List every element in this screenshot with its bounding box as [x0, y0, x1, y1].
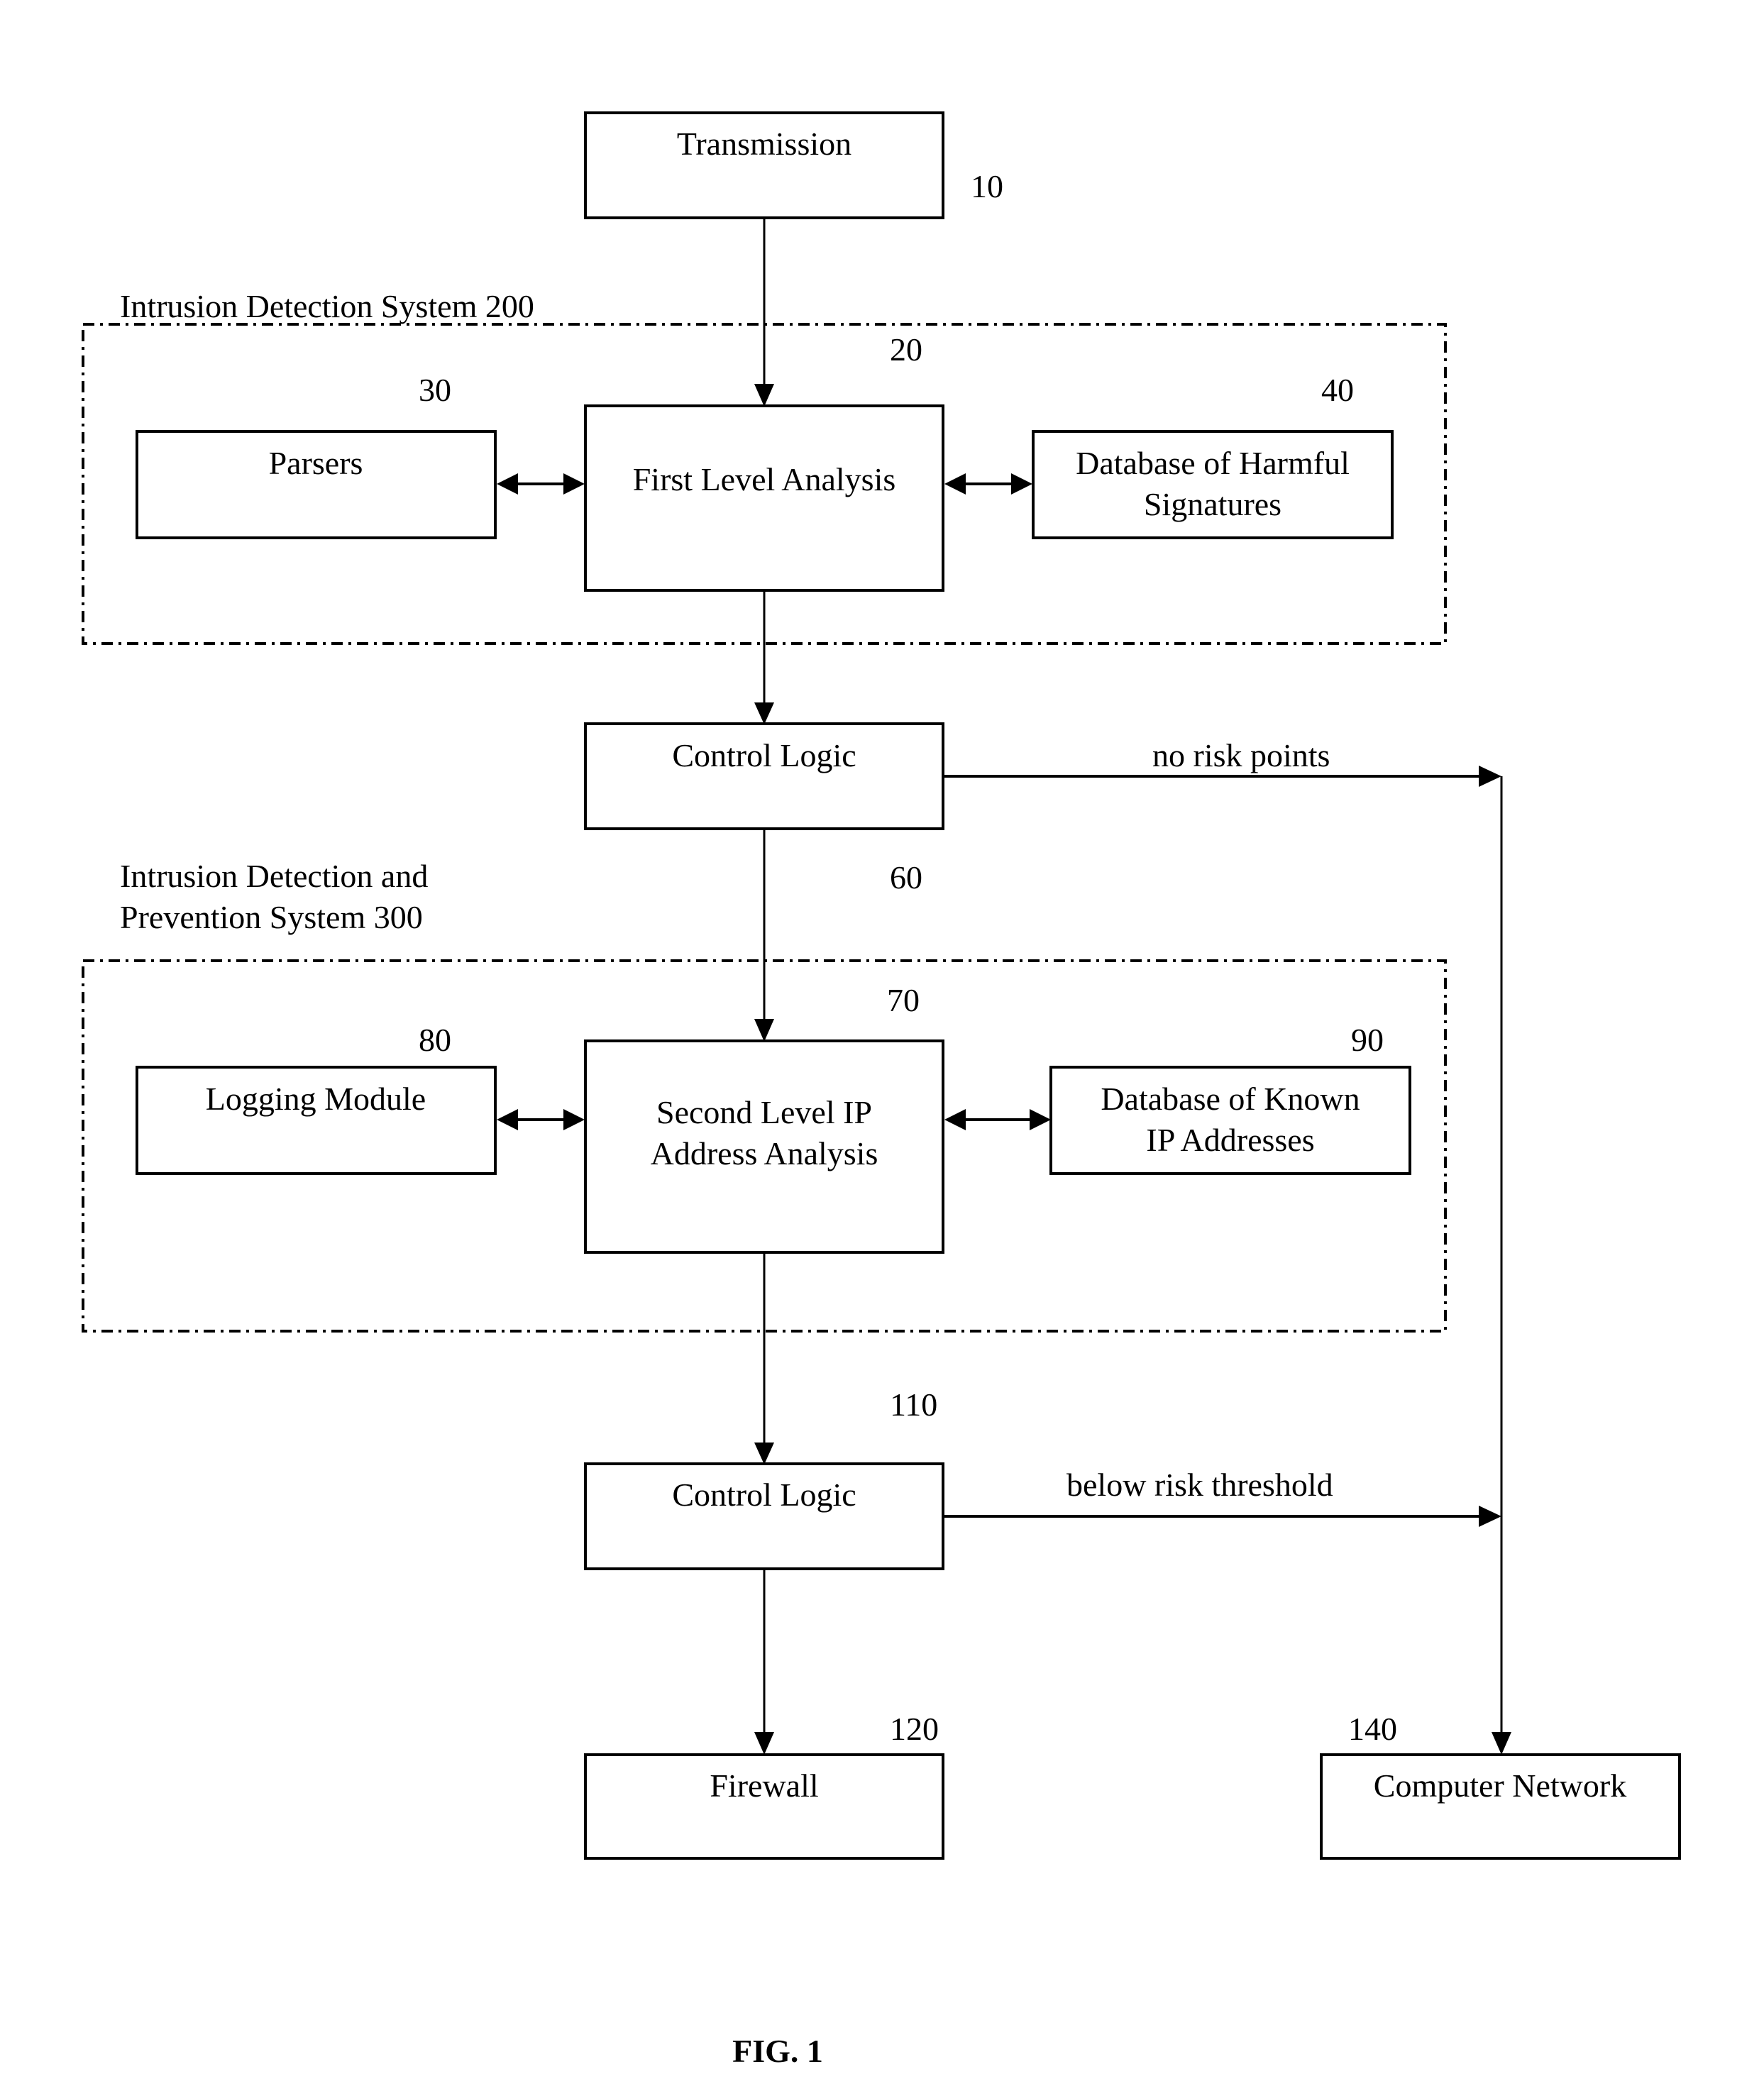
arrowhead-left-icon [944, 473, 966, 495]
node-db-harmful-signatures: Database of Harmful Signatures [1032, 430, 1394, 539]
node-control-logic-2-label: Control Logic [672, 1477, 856, 1513]
arrowhead-down-icon [754, 1443, 774, 1465]
ref-120: 120 [890, 1711, 939, 1747]
node-db-harmful-label-line2: Signatures [1144, 486, 1281, 522]
node-control-logic-1: Control Logic [584, 722, 944, 830]
arrowhead-right-icon [563, 1109, 585, 1130]
ids-flow-diagram: Intrusion Detection System 200 Intrusion… [82, 111, 1681, 2069]
node-logging-label: Logging Module [206, 1081, 426, 1117]
figure-caption: FIG. 1 [732, 2033, 823, 2069]
node-logging-module: Logging Module [136, 1066, 497, 1175]
ref-40: 40 [1321, 372, 1354, 408]
node-db-harmful-label-line1: Database of Harmful [1076, 445, 1350, 481]
arrowhead-right-icon [1030, 1109, 1051, 1130]
ref-110: 110 [890, 1386, 937, 1423]
arrowhead-down-icon [754, 384, 774, 407]
node-computer-network: Computer Network [1320, 1753, 1681, 1860]
node-control-logic-2: Control Logic [584, 1462, 944, 1570]
ref-10: 10 [971, 168, 1003, 204]
arrowhead-left-icon [944, 1109, 966, 1130]
ref-80: 80 [419, 1022, 451, 1058]
arrowhead-right-icon [1479, 1506, 1501, 1527]
node-first-level-analysis: First Level Analysis [584, 404, 944, 592]
arrowhead-down-icon [754, 702, 774, 724]
node-second-level-label-line1: Second Level IP [656, 1094, 872, 1130]
node-db-known-ip: Database of Known IP Addresses [1049, 1066, 1411, 1175]
node-control-logic-1-label: Control Logic [672, 737, 856, 773]
ref-140: 140 [1348, 1711, 1397, 1747]
node-firewall: Firewall [584, 1753, 944, 1860]
node-first-level-analysis-label: First Level Analysis [633, 461, 896, 497]
edge-label-no-risk-points: no risk points [1152, 737, 1330, 773]
ids-container-label: Intrusion Detection System 200 [120, 288, 534, 324]
node-transmission: Transmission [584, 111, 944, 219]
arrowhead-left-icon [497, 473, 518, 495]
arrowhead-down-icon [1492, 1732, 1511, 1755]
node-db-known-label-line1: Database of Known [1101, 1081, 1360, 1117]
idps-container-label-line2: Prevention System 300 [120, 899, 423, 935]
arrowhead-down-icon [754, 1732, 774, 1755]
arrowhead-right-icon [563, 473, 585, 495]
edge-label-below-risk-threshold: below risk threshold [1066, 1467, 1333, 1503]
arrowhead-down-icon [754, 1019, 774, 1042]
ref-60: 60 [890, 859, 922, 895]
node-firewall-label: Firewall [710, 1767, 818, 1804]
node-computer-network-label: Computer Network [1374, 1767, 1626, 1804]
node-second-level-label-line2: Address Analysis [651, 1135, 878, 1171]
node-db-known-label-line2: IP Addresses [1146, 1122, 1314, 1158]
arrowhead-left-icon [497, 1109, 518, 1130]
ref-20: 20 [890, 331, 922, 368]
node-transmission-label: Transmission [677, 126, 851, 162]
node-second-level-ip-analysis: Second Level IP Address Analysis [584, 1039, 944, 1254]
arrowhead-right-icon [1011, 473, 1032, 495]
arrowhead-right-icon [1479, 766, 1501, 787]
ref-30: 30 [419, 372, 451, 408]
ref-90: 90 [1351, 1022, 1384, 1058]
idps-container-label-line1: Intrusion Detection and [120, 858, 428, 894]
node-parsers-label: Parsers [269, 445, 363, 481]
ref-70: 70 [887, 982, 920, 1018]
node-parsers: Parsers [136, 430, 497, 539]
